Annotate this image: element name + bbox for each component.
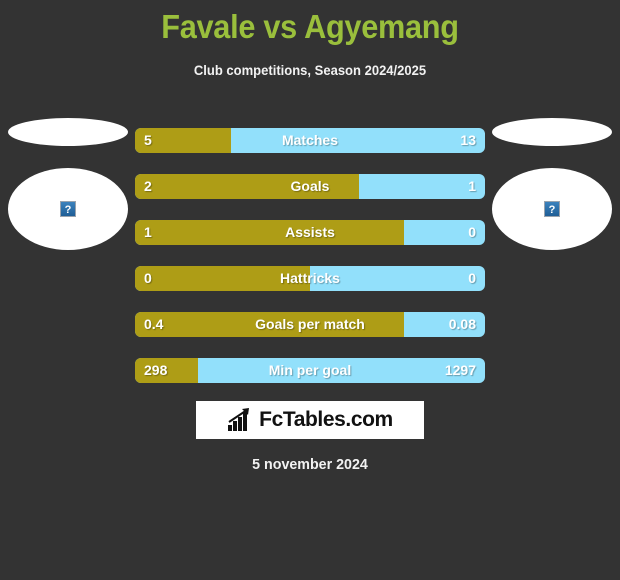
bar-chart-arrow-icon	[228, 408, 250, 431]
broken-image-icon: ?	[544, 201, 560, 217]
stat-label: Goals per match	[255, 316, 365, 332]
player-home-avatar: ?	[8, 168, 128, 250]
stat-bar-row: 0.4 Goals per match 0.08	[135, 312, 485, 337]
stat-label: Matches	[281, 132, 339, 148]
stat-bar-list: 5 Matches 13 2 Goals 1 1 Assists 0 0 Hattricks 0 0.4…	[135, 128, 485, 404]
broken-image-icon: ?	[60, 201, 76, 217]
player-away-name-placeholder	[492, 118, 612, 146]
stat-bar-row: 5 Matches 13	[135, 128, 485, 153]
stat-comparison-page: Favale vs Agyemang Club competitions, Se…	[0, 0, 620, 580]
stat-label: Assists	[285, 224, 335, 240]
stat-away-value: 1	[468, 178, 476, 194]
stat-away-value: 0	[468, 270, 476, 286]
stat-bar-row: 1 Assists 0	[135, 220, 485, 245]
stat-away-value: 13	[460, 132, 476, 148]
stat-label: Goals	[290, 178, 330, 194]
fctables-logo-text: FcTables.com	[259, 408, 393, 431]
stat-label: Hattricks	[280, 270, 340, 286]
stat-bar-row: 2 Goals 1	[135, 174, 485, 199]
player-away: ?	[492, 118, 612, 250]
page-title: Favale vs Agyemang	[161, 8, 459, 45]
stat-label: Min per goal	[268, 362, 352, 378]
player-home: ?	[8, 118, 128, 250]
page-subtitle: Club competitions, Season 2024/2025	[193, 62, 427, 78]
fctables-logo[interactable]: FcTables.com	[196, 401, 424, 439]
player-home-name-placeholder	[8, 118, 128, 146]
stat-away-value: 0.08	[448, 316, 476, 332]
stat-away-value: 1297	[444, 362, 476, 378]
report-date: 5 november 2024	[252, 456, 368, 473]
stat-bar-row: 0 Hattricks 0	[135, 266, 485, 291]
stat-away-value: 0	[468, 224, 476, 240]
stat-bar-row: 298 Min per goal 1297	[135, 358, 485, 383]
player-away-avatar: ?	[492, 168, 612, 250]
